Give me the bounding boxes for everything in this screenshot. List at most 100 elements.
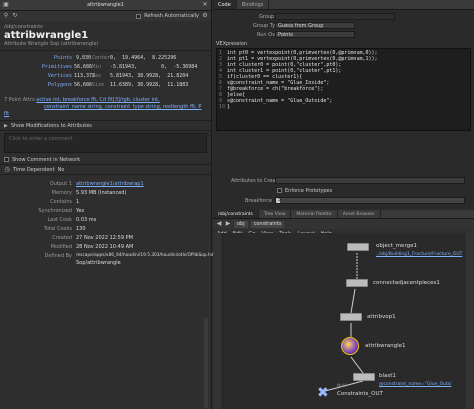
network-tabs: /obj/constraints Tree View Material Pale…: [213, 210, 474, 219]
node-info-panel: ▣ attribwrangle1 ✕ ⚲ ↻ Refresh Automatic…: [0, 0, 219, 409]
info-row: Sop/attribwrangle: [0, 260, 212, 267]
info-row: Defined By/escape/apps/x86_64/houdini/19…: [0, 253, 219, 260]
info-value: 130: [76, 226, 86, 232]
breakforce-value: 5: [278, 197, 282, 203]
stat-row: Polygons 56,686 Size 11.6389, 38.9928, 1…: [0, 82, 212, 89]
refresh-auto-checkbox[interactable]: [136, 13, 142, 19]
group-field[interactable]: [275, 13, 395, 20]
run-over-dropdown[interactable]: Points: [275, 31, 355, 38]
node-type: Attribute Wrangle Sop (attribwrangle): [4, 41, 99, 47]
point-attrs-label: 7 Point Attrs: [4, 97, 35, 103]
output-link[interactable]: attribwrangle1/attribwrap1: [76, 181, 144, 187]
time-dependent-value: No: [57, 166, 65, 173]
close-icon[interactable]: ✕: [202, 2, 208, 8]
info-value: 0.03 ms: [76, 217, 97, 223]
tab-asset-browser[interactable]: Asset Browser: [338, 210, 381, 218]
connect-adjacent-node[interactable]: [346, 279, 368, 287]
info-toolbar: ⚲ ↻ Refresh Automatically ⚙: [0, 11, 211, 21]
stat-value: 9,030: [76, 55, 92, 61]
group-type-parm: Group Type Guess from Group: [213, 22, 474, 31]
info-value: Yes: [76, 208, 85, 214]
comment-field[interactable]: Click to enter a comment: [4, 133, 207, 153]
null-out-icon[interactable]: ✖: [317, 385, 329, 401]
info-row: Synchronized Yes: [0, 208, 212, 215]
comment-placeholder: Click to enter a comment: [9, 136, 73, 142]
info-titlebar: ▣ attribwrangle1 ✕: [0, 0, 211, 11]
wire: [350, 288, 356, 314]
parameter-network-panel: Code Bindings Group Group Type Guess fro…: [213, 0, 474, 409]
show-comment-label: Show Comment in Network: [12, 156, 81, 163]
show-mods-label: Show Modifications to Attributes: [10, 122, 92, 129]
tab-network[interactable]: /obj/constraints: [213, 210, 259, 218]
show-modifications-toggle[interactable]: ▶ Show Modifications to Attributes: [0, 121, 211, 130]
tab-material-palette[interactable]: Material Palette: [291, 210, 338, 218]
stat-value: 56,686: [74, 64, 93, 70]
path-obj[interactable]: obj: [234, 220, 248, 228]
info-value: 27 Nov 2022 12:59 PM: [76, 235, 133, 241]
stat-label: Primitives: [41, 64, 72, 70]
forward-icon[interactable]: ▶: [225, 221, 231, 227]
attrs-create-field[interactable]: [275, 177, 465, 184]
node-label: Constraints_OUT: [337, 391, 383, 397]
group-type-dropdown[interactable]: Guess from Group: [275, 22, 355, 29]
collapse-arrow-icon: ▶: [4, 122, 8, 129]
attribvop-node[interactable]: [340, 313, 362, 321]
info-value: /escape/apps/x86_64/houdini/19.5.303/hou…: [76, 253, 219, 258]
enforce-prototypes-checkbox[interactable]: [277, 188, 282, 193]
group-parm: Group: [213, 13, 474, 22]
time-dependent-label: Time Dependent: [13, 166, 55, 173]
pin-icon[interactable]: ⚲: [3, 13, 9, 19]
settings-icon[interactable]: ⚙: [202, 13, 208, 19]
bbox-values: 5.81943, 38.9928, 21.8204: [110, 73, 189, 79]
show-comment-checkbox[interactable]: [4, 157, 9, 162]
stat-row: Primitives 56,686 Min -5.81943, 0, -5.36…: [0, 64, 212, 71]
info-key: Memory: [51, 190, 72, 196]
info-value: 5.93 MB (Instanced): [76, 190, 127, 196]
node-path: /obj/constraints: [4, 24, 43, 30]
tab-code[interactable]: Code: [213, 0, 237, 9]
bbox-key: Max: [92, 73, 102, 79]
vex-code-editor[interactable]: 1 int pt0 = vertexpoint(0,primvertex(0,@p…: [216, 48, 471, 131]
bbox-values: 0, 19.4964, 8.225296: [110, 55, 177, 61]
node-label: connectadjacentpieces1: [373, 280, 440, 286]
bbox-key: Center: [92, 55, 111, 61]
bbox-values: 11.6389, 38.9928, 11.1883: [110, 82, 189, 88]
stat-label: Polygons: [47, 82, 72, 88]
node-sublabel: @constraint_name="Glue_Outsi: [379, 382, 452, 387]
blast-node[interactable]: [353, 373, 375, 381]
node-name: attribwrangle1: [4, 30, 89, 41]
run-over-parm: Run Over Points: [213, 31, 474, 40]
enforce-prototypes-row: Enforce Prototypes: [213, 186, 474, 196]
tab-bindings[interactable]: Bindings: [237, 0, 270, 9]
path-constraints[interactable]: constraints: [250, 220, 285, 228]
breakforce-parm: Breakforce 5: [213, 196, 474, 206]
bbox-key: Size: [92, 82, 105, 88]
info-scrollbar[interactable]: [204, 318, 208, 408]
info-value: Sop/attribwrangle: [76, 260, 121, 266]
back-icon[interactable]: ◀: [216, 221, 222, 227]
point-attrs-list-2[interactable]: constraint_name string, constraint_type …: [4, 104, 201, 117]
geometry-stats: Points 9,030 Center 0, 19.4964, 8.225296…: [0, 51, 211, 95]
node-label: attribwrangle1: [365, 343, 406, 349]
object-merge-node[interactable]: [347, 243, 369, 251]
cook-info-table: Output 1 attribwrangle1/attribwrap1 Memor…: [0, 175, 219, 275]
network-editor[interactable]: object_merge1 ../obj/Building1_Fracture/…: [213, 233, 474, 409]
breakforce-slider[interactable]: 5: [275, 197, 465, 204]
group-label: Group: [259, 14, 275, 20]
bbox-key: Min: [92, 64, 102, 70]
info-row: Modified 28 Nov 2022 10:49 AM: [0, 244, 212, 251]
refresh-icon[interactable]: ↻: [12, 13, 18, 19]
tab-tree-view[interactable]: Tree View: [259, 210, 292, 218]
time-dependent-row: ◷ Time Dependent No: [0, 165, 211, 174]
point-attrs-list[interactable]: active int, breakforce flt, Cd flt[3]/rg…: [36, 97, 159, 103]
code-line: 10}: [219, 104, 231, 110]
wire: [350, 356, 364, 374]
info-key: Defined By: [44, 253, 72, 259]
info-row: Contains 1: [0, 199, 212, 206]
info-key: Last Cook: [47, 217, 72, 223]
parm-tabs: Code Bindings: [213, 0, 474, 10]
attribwrangle-node[interactable]: [341, 337, 359, 355]
breakforce-label: Breakforce: [245, 198, 273, 204]
stat-row: Points 9,030 Center 0, 19.4964, 8.225296: [0, 55, 212, 62]
show-comment-row[interactable]: Show Comment in Network: [0, 155, 211, 164]
